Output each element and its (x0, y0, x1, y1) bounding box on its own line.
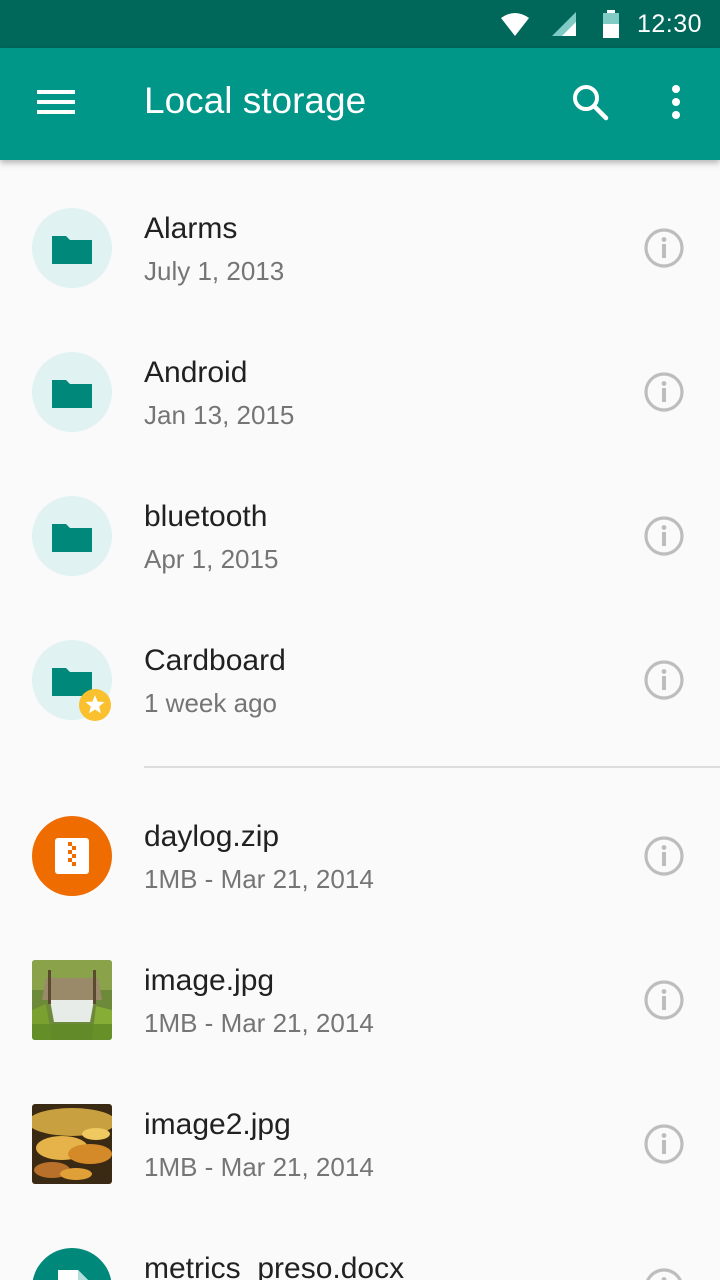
image-thumbnail (32, 1104, 112, 1184)
file-name: image2.jpg (144, 1108, 291, 1141)
folder-date: 1 week ago (144, 688, 277, 718)
page-title: Local storage (144, 80, 367, 121)
info-button[interactable] (640, 976, 688, 1024)
folder-date: Apr 1, 2015 (144, 544, 279, 574)
folder-date: Jan 13, 2015 (144, 400, 295, 430)
hamburger-menu-icon (37, 88, 75, 121)
search-icon (571, 83, 609, 126)
info-button[interactable] (640, 1120, 688, 1168)
overflow-menu-button[interactable] (648, 76, 704, 132)
document-icon (58, 1270, 88, 1280)
zip-file-icon (55, 838, 89, 874)
file-meta: 1MB - Mar 21, 2014 (144, 1152, 374, 1182)
app-bar: Local storage (0, 48, 720, 160)
image-thumbnail (32, 960, 112, 1040)
folder-name: Alarms (144, 212, 238, 245)
folder-icon (52, 524, 92, 552)
file-name: metrics_preso.docx (144, 1252, 405, 1280)
file-name: image.jpg (144, 964, 275, 997)
wifi-icon (500, 10, 530, 43)
star-badge-icon (78, 688, 112, 722)
cell-signal-icon (550, 10, 578, 43)
more-vert-icon (671, 84, 681, 124)
folder-row-bluetooth[interactable]: bluetooth Apr 1, 2015 (0, 448, 720, 592)
status-time: 12:30 (636, 10, 702, 38)
folder-icon (52, 236, 92, 264)
info-icon (644, 228, 684, 268)
info-button[interactable] (640, 1264, 688, 1280)
file-name: daylog.zip (144, 820, 280, 853)
folder-row-cardboard[interactable]: Cardboard 1 week ago (0, 592, 720, 736)
info-icon (644, 516, 684, 556)
folder-date: July 1, 2013 (144, 256, 285, 286)
info-button[interactable] (640, 224, 688, 272)
folder-name: bluetooth (144, 500, 268, 533)
info-icon (644, 1124, 684, 1164)
info-button[interactable] (640, 512, 688, 560)
file-row-image2[interactable]: image2.jpg 1MB - Mar 21, 2014 (0, 1056, 720, 1200)
info-icon (646, 1268, 682, 1280)
file-row-image[interactable]: image.jpg 1MB - Mar 21, 2014 (0, 912, 720, 1056)
info-icon (644, 980, 684, 1020)
folder-name: Android (144, 356, 248, 389)
doc-avatar (32, 1248, 112, 1280)
file-row-daylog[interactable]: daylog.zip 1MB - Mar 21, 2014 (0, 768, 720, 912)
file-meta: 1MB - Mar 21, 2014 (144, 864, 374, 894)
search-button[interactable] (562, 76, 618, 132)
status-bar: 12:30 (0, 0, 720, 48)
folder-avatar (32, 496, 112, 576)
info-icon (644, 660, 684, 700)
file-row-metrics-preso[interactable]: metrics_preso.docx (0, 1200, 720, 1280)
info-button[interactable] (640, 656, 688, 704)
folder-avatar (32, 208, 112, 288)
folder-row-android[interactable]: Android Jan 13, 2015 (0, 304, 720, 448)
info-button[interactable] (640, 368, 688, 416)
info-icon (644, 372, 684, 412)
folder-name: Cardboard (144, 644, 286, 677)
file-meta: 1MB - Mar 21, 2014 (144, 1008, 374, 1038)
battery-icon (602, 10, 620, 43)
folder-icon (52, 380, 92, 408)
folder-avatar (32, 352, 112, 432)
info-button[interactable] (640, 832, 688, 880)
zip-avatar (32, 816, 112, 896)
info-icon (644, 836, 684, 876)
menu-button[interactable] (28, 76, 84, 132)
folder-row-alarms[interactable]: Alarms July 1, 2013 (0, 160, 720, 304)
